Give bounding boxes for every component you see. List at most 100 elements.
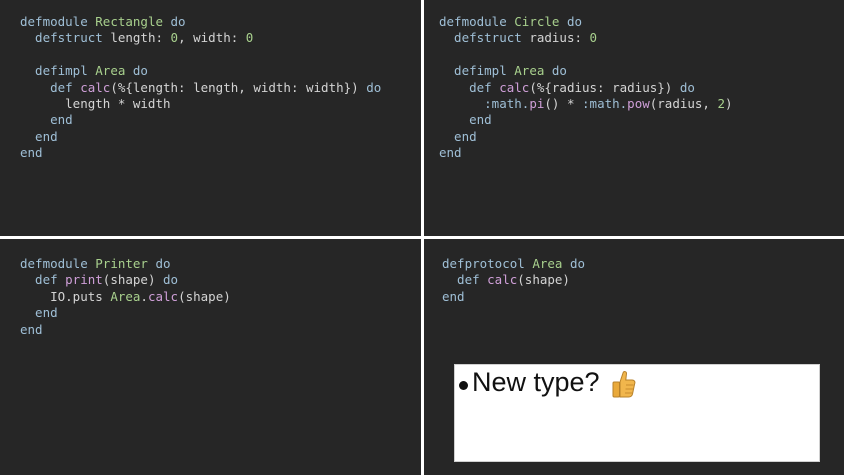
code-token: defmodule bbox=[20, 256, 96, 271]
new-type-note: New type? bbox=[454, 364, 820, 462]
code-block: defmodule Rectangle do defstruct length:… bbox=[20, 14, 381, 162]
code-token: calc bbox=[80, 79, 111, 95]
code-token: defprotocol bbox=[442, 256, 533, 271]
code-line: defstruct radius: 0 bbox=[439, 30, 733, 46]
code-token: pi bbox=[529, 95, 545, 111]
code-token: print bbox=[65, 272, 103, 288]
code-token: 0 bbox=[245, 30, 254, 46]
code-token: do bbox=[163, 272, 179, 288]
code-token: :math. bbox=[582, 95, 628, 111]
code-token: radius: bbox=[529, 30, 590, 46]
code-token: Circle bbox=[514, 14, 560, 29]
code-token: 2 bbox=[717, 95, 726, 111]
code-token: defmodule bbox=[20, 14, 96, 29]
code-pane-circle: defmodule Circle do defstruct radius: 0 … bbox=[424, 0, 844, 236]
code-pane-rectangle: defmodule Rectangle do defstruct length:… bbox=[0, 0, 421, 236]
code-line: defprotocol Area do bbox=[442, 256, 585, 272]
code-token: (shape) bbox=[178, 288, 231, 304]
code-line: defstruct length: 0, width: 0 bbox=[20, 30, 381, 46]
code-line: defimpl Area do bbox=[20, 63, 381, 79]
code-token: (%{length: length, width: width}) bbox=[110, 79, 367, 95]
code-line: end bbox=[20, 322, 231, 338]
code-token: def bbox=[439, 79, 500, 95]
code-token: do bbox=[544, 63, 567, 79]
code-token: Area bbox=[110, 288, 141, 304]
code-token: do bbox=[366, 79, 382, 95]
code-line: end bbox=[439, 129, 733, 145]
code-token: do bbox=[147, 256, 171, 271]
code-token: do bbox=[163, 14, 186, 29]
code-token: end bbox=[439, 112, 492, 128]
code-token: defstruct bbox=[20, 30, 111, 46]
code-token: . bbox=[140, 288, 148, 304]
code-token: do bbox=[562, 256, 585, 271]
code-line: defmodule Circle do bbox=[439, 14, 733, 30]
code-line: end bbox=[442, 289, 585, 305]
code-token: ) bbox=[725, 95, 733, 111]
code-token: calc bbox=[499, 79, 530, 95]
code-token: .puts bbox=[65, 288, 111, 304]
code-line: end bbox=[20, 129, 381, 145]
code-line: defmodule Rectangle do bbox=[20, 14, 381, 30]
code-token: defimpl bbox=[20, 63, 96, 79]
code-token: defstruct bbox=[439, 30, 530, 46]
code-line: end bbox=[439, 145, 733, 161]
code-token: end bbox=[439, 128, 477, 144]
code-token: :math. bbox=[439, 95, 530, 111]
code-token: calc bbox=[147, 288, 179, 304]
code-line: end bbox=[20, 112, 381, 128]
code-line: defmodule Printer do bbox=[20, 256, 231, 272]
code-line: defimpl Area do bbox=[439, 63, 733, 79]
code-token: end bbox=[20, 112, 73, 128]
code-token: length * width bbox=[20, 95, 171, 111]
thumbs-up-icon bbox=[612, 371, 636, 398]
code-token: def bbox=[442, 272, 488, 288]
code-token: end bbox=[20, 305, 58, 321]
code-pane-area-protocol: defprotocol Area do def calc(shape) end N… bbox=[424, 239, 844, 475]
code-token: end bbox=[20, 145, 43, 161]
code-token: (%{radius: radius}) bbox=[529, 79, 680, 95]
code-token: (shape) bbox=[517, 272, 570, 288]
code-token: , width: bbox=[178, 30, 246, 46]
code-token: do bbox=[125, 63, 148, 79]
code-block: defmodule Circle do defstruct radius: 0 … bbox=[439, 14, 733, 162]
code-token: do bbox=[679, 79, 695, 95]
code-token: Rectangle bbox=[95, 14, 163, 29]
code-token: IO bbox=[20, 288, 66, 304]
code-token: defimpl bbox=[439, 63, 515, 79]
code-line: :math.pi() * :math.pow(radius, 2) bbox=[439, 95, 733, 112]
code-token: end bbox=[439, 145, 462, 161]
code-block: defmodule Printer do def print(shape) do… bbox=[20, 256, 231, 338]
code-line: end bbox=[20, 145, 381, 161]
code-token: 0 bbox=[589, 30, 598, 46]
code-line: def calc(shape) bbox=[442, 272, 585, 288]
code-pane-printer: defmodule Printer do def print(shape) do… bbox=[0, 239, 421, 475]
code-token: Area bbox=[532, 256, 563, 271]
code-line: IO.puts Area.calc(shape) bbox=[20, 289, 231, 305]
code-token: Area bbox=[95, 63, 126, 79]
code-token: def bbox=[20, 79, 81, 95]
code-token: do bbox=[559, 14, 582, 29]
code-token: (shape) bbox=[102, 272, 164, 288]
code-token: 0 bbox=[170, 30, 179, 46]
code-line: def print(shape) do bbox=[20, 272, 231, 288]
bullet-point bbox=[459, 381, 468, 390]
code-line: def calc(%{radius: radius}) do bbox=[439, 80, 733, 96]
code-token: Printer bbox=[95, 256, 148, 271]
code-line: end bbox=[439, 112, 733, 128]
code-block: defprotocol Area do def calc(shape) end bbox=[442, 256, 585, 305]
code-token: end bbox=[20, 128, 58, 144]
code-token: calc bbox=[487, 272, 518, 288]
code-token: length: bbox=[110, 30, 171, 46]
code-token: () * bbox=[544, 95, 583, 111]
code-line: def calc(%{length: length, width: width}… bbox=[20, 80, 381, 96]
code-token: end bbox=[20, 321, 43, 337]
code-line: end bbox=[20, 305, 231, 321]
code-token: Area bbox=[514, 63, 545, 79]
code-token: pow bbox=[627, 95, 650, 111]
code-line: length * width bbox=[20, 96, 381, 112]
code-token: end bbox=[442, 288, 465, 304]
code-token: defmodule bbox=[439, 14, 515, 29]
